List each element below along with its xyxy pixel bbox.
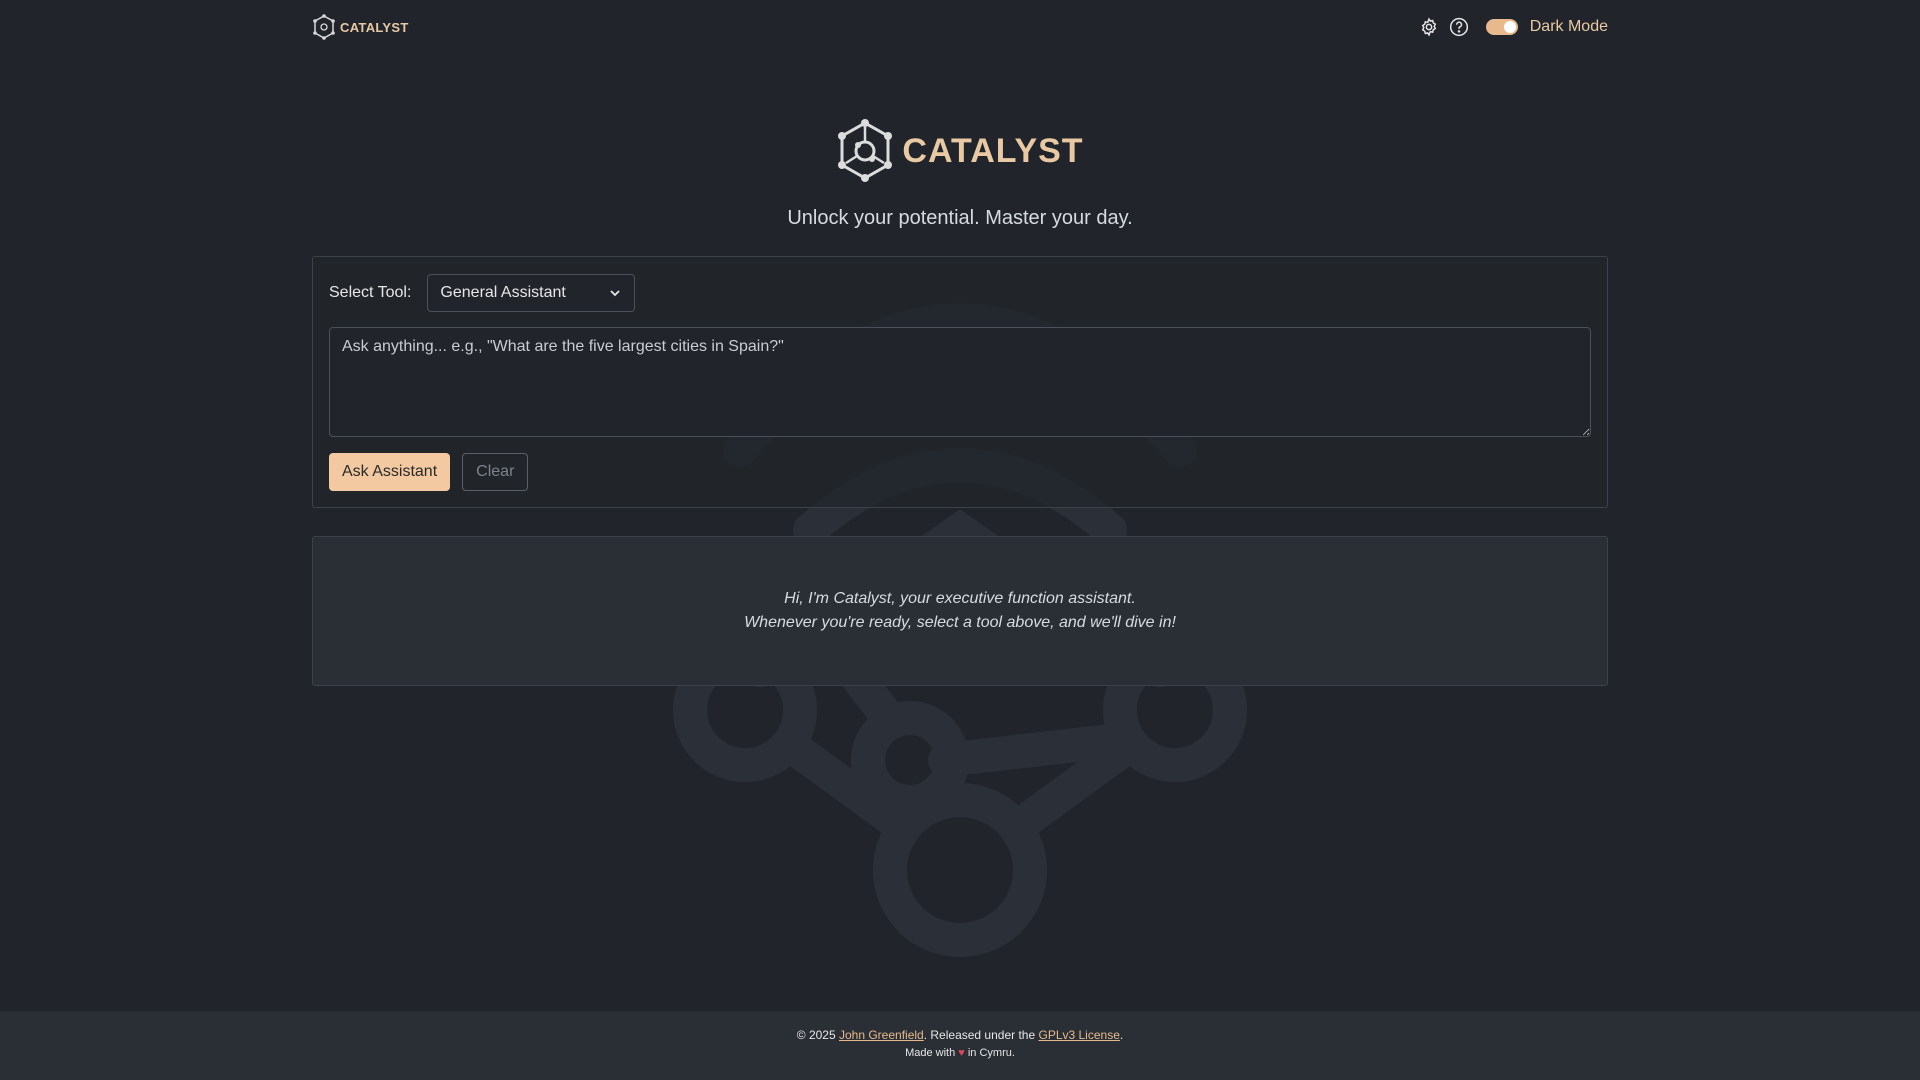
ask-assistant-button[interactable]: Ask Assistant: [329, 453, 451, 491]
license-link[interactable]: GPLv3 License: [1038, 1028, 1119, 1042]
hero-title: CATALYST: [902, 131, 1084, 170]
copyright-text: © 2025: [796, 1028, 836, 1042]
hero: CATALYST Unlock your potential. Master y…: [0, 118, 1920, 230]
prompt-input[interactable]: [329, 327, 1591, 437]
tool-card: Select Tool: General Assistant Ask Assis…: [312, 256, 1608, 508]
welcome-line-1: Hi, I'm Catalyst, your executive functio…: [784, 590, 1136, 607]
top-bar: CATALYST Dark Mode: [312, 10, 1608, 46]
tool-select-row: Select Tool: General Assistant: [329, 274, 636, 312]
period-text: .: [1119, 1028, 1124, 1042]
hero-brand: CATALYST: [836, 118, 1083, 184]
header-actions: Dark Mode: [1418, 16, 1608, 38]
tool-select[interactable]: General Assistant: [427, 274, 636, 312]
action-buttons: Ask Assistant Clear: [329, 453, 529, 491]
help-circle-icon[interactable]: [1448, 16, 1470, 38]
dark-mode-toggle[interactable]: [1485, 19, 1518, 35]
catalyst-logo-icon: [313, 14, 335, 40]
output-panel: Hi, I'm Catalyst, your executive functio…: [312, 536, 1608, 686]
dark-mode-label: Dark Mode: [1529, 18, 1608, 35]
welcome-line-2: Whenever you're ready, select a tool abo…: [744, 614, 1176, 631]
made-with-text: Made with: [905, 1047, 956, 1059]
tool-select-value: General Assistant: [440, 284, 566, 301]
clear-button[interactable]: Clear: [462, 453, 529, 491]
header-brand[interactable]: CATALYST: [312, 14, 409, 40]
heart-icon: ♥: [958, 1047, 965, 1059]
header-brand-name: CATALYST: [340, 19, 409, 35]
footer-copyright-line: © 2025 John Greenfield. Released under t…: [0, 1028, 1920, 1042]
author-link[interactable]: John Greenfield: [839, 1028, 924, 1042]
gear-icon[interactable]: [1418, 16, 1440, 38]
select-tool-label: Select Tool:: [329, 284, 412, 301]
footer-made-with-line: Made with ♥ in Cymru.: [0, 1047, 1920, 1059]
toggle-knob: [1503, 21, 1516, 33]
catalyst-logo-large-icon: [838, 119, 893, 182]
released-text: . Released under the: [923, 1028, 1036, 1042]
tagline: Unlock your potential. Master your day.: [787, 207, 1133, 229]
location-text: in Cymru.: [967, 1047, 1015, 1059]
chevron-down-icon: [610, 290, 621, 297]
footer: © 2025 John Greenfield. Released under t…: [0, 1011, 1920, 1080]
